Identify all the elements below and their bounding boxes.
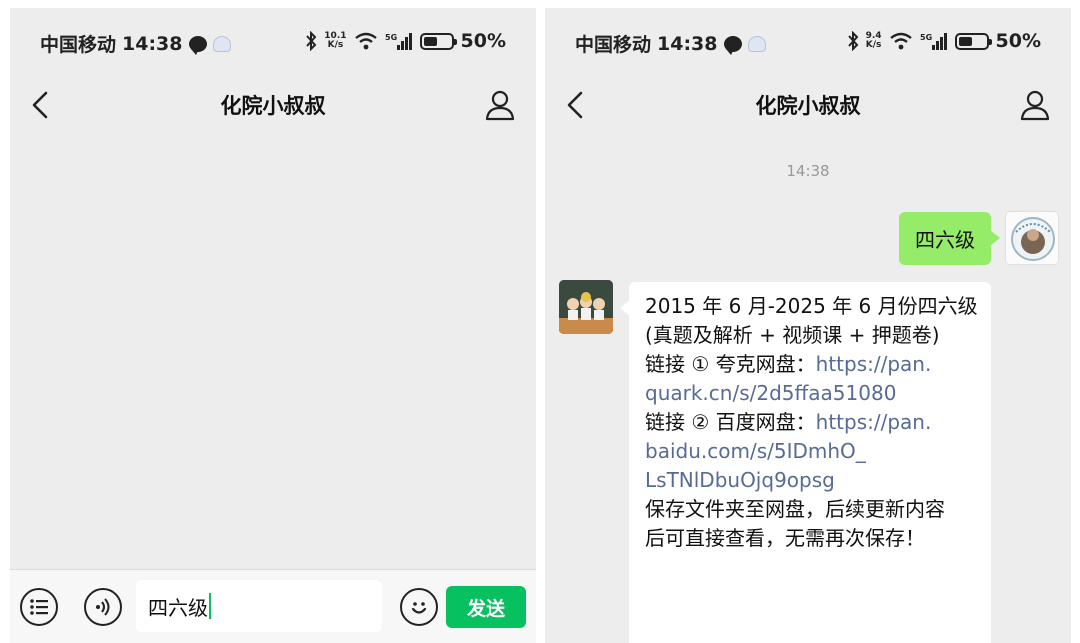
- baidu-link-part-1[interactable]: https://pan.: [816, 410, 932, 434]
- battery-icon: [419, 32, 457, 50]
- net-speed: 9.4 K/s: [865, 31, 882, 50]
- sent-message-bubble[interactable]: 四六级: [899, 212, 1000, 265]
- chat-title: 化院小叔叔: [755, 94, 861, 118]
- status-right: 10.1 K/s 5G 50%: [305, 30, 506, 52]
- nav-bar: 化院小叔叔: [545, 76, 1071, 134]
- list-menu-icon: [30, 599, 48, 615]
- wifi-icon: [889, 32, 913, 50]
- battery-icon: [954, 32, 992, 50]
- battery-fill: [423, 36, 437, 46]
- battery-percent: 50%: [995, 30, 1041, 52]
- send-button[interactable]: 发送: [446, 586, 526, 628]
- bluetooth-icon: [847, 31, 859, 51]
- reply-line-8: 保存文件夹至网盘，后续更新内容: [645, 497, 945, 521]
- phone-screen-left: 中国移动 14:38 10.1 K/s 5G 50% 化院小叔叔 四六级 发送: [10, 8, 536, 643]
- profile-icon[interactable]: [1019, 88, 1051, 122]
- status-bar: 中国移动 14:38 9.4 K/s 5G 50%: [545, 8, 1071, 76]
- emoji-icon: [411, 602, 427, 614]
- text-caret: [209, 593, 211, 619]
- svg-text:5G: 5G: [920, 33, 932, 42]
- emoji-button[interactable]: [400, 588, 438, 626]
- reply-line-2: (真题及解析 + 视频课 + 押题卷): [645, 323, 940, 347]
- baidu-link-part-3[interactable]: LsTNlDbuOjq9opsg: [645, 466, 975, 495]
- status-time: 14:38: [122, 32, 183, 55]
- nav-bar: 化院小叔叔: [10, 76, 536, 134]
- carrier-label: 中国移动: [575, 34, 652, 56]
- chat-title: 化院小叔叔: [220, 94, 326, 118]
- received-message-bubble[interactable]: 2015 年 6 月-2025 年 6 月份四六级 (真题及解析 + 视频课 +…: [620, 282, 991, 643]
- voice-icon: [96, 598, 110, 616]
- reply-line-5: 链接 ② 百度网盘：https://pan.: [645, 410, 932, 434]
- reply-line-1: 2015 年 6 月-2025 年 6 月份四六级: [645, 294, 978, 318]
- list-menu-button[interactable]: [20, 588, 58, 626]
- baidu-link-part-2[interactable]: baidu.com/s/5IDmhO_: [645, 437, 975, 466]
- message-notification-icon: [723, 35, 742, 55]
- contact-avatar[interactable]: [559, 280, 613, 334]
- bluetooth-icon: [305, 31, 317, 51]
- contact-avatar-image: [559, 280, 613, 334]
- quark-link-part-1[interactable]: https://pan.: [816, 352, 932, 376]
- ghost-app-icon: [747, 35, 766, 52]
- message-timestamp: 14:38: [786, 162, 830, 180]
- battery-percent: 50%: [460, 30, 506, 52]
- quark-link-part-2[interactable]: quark.cn/s/2d5ffaa51080: [645, 379, 975, 408]
- message-input[interactable]: 四六级: [136, 580, 382, 632]
- carrier-label: 中国移动: [40, 34, 117, 56]
- phone-screen-right: 中国移动 14:38 9.4 K/s 5G 50% 化院小叔叔 14:38 四六…: [545, 8, 1071, 643]
- battery-fill: [958, 36, 972, 46]
- wifi-icon: [354, 32, 378, 50]
- reply-line-9: 后可直接查看，无需再次保存！: [645, 526, 925, 550]
- status-left: 中国移动 14:38: [575, 30, 766, 57]
- net-speed: 10.1 K/s: [324, 31, 347, 50]
- svg-text:5G: 5G: [385, 33, 397, 42]
- status-bar: 中国移动 14:38 10.1 K/s 5G 50%: [10, 8, 536, 76]
- voice-button[interactable]: [84, 588, 122, 626]
- ghost-app-icon: [212, 35, 231, 52]
- profile-icon[interactable]: [484, 88, 516, 122]
- signal-icon: 5G: [385, 31, 413, 51]
- signal-icon: 5G: [920, 31, 948, 51]
- input-bar: 四六级 发送: [10, 569, 536, 643]
- status-time: 14:38: [657, 32, 718, 55]
- self-avatar[interactable]: [1005, 211, 1059, 265]
- self-avatar-image: [1011, 217, 1055, 261]
- status-left: 中国移动 14:38: [40, 30, 231, 57]
- message-notification-icon: [188, 35, 207, 55]
- message-input-text: 四六级: [148, 595, 208, 620]
- status-right: 9.4 K/s 5G 50%: [847, 30, 1041, 52]
- reply-line-3: 链接 ① 夸克网盘：https://pan.: [645, 352, 932, 376]
